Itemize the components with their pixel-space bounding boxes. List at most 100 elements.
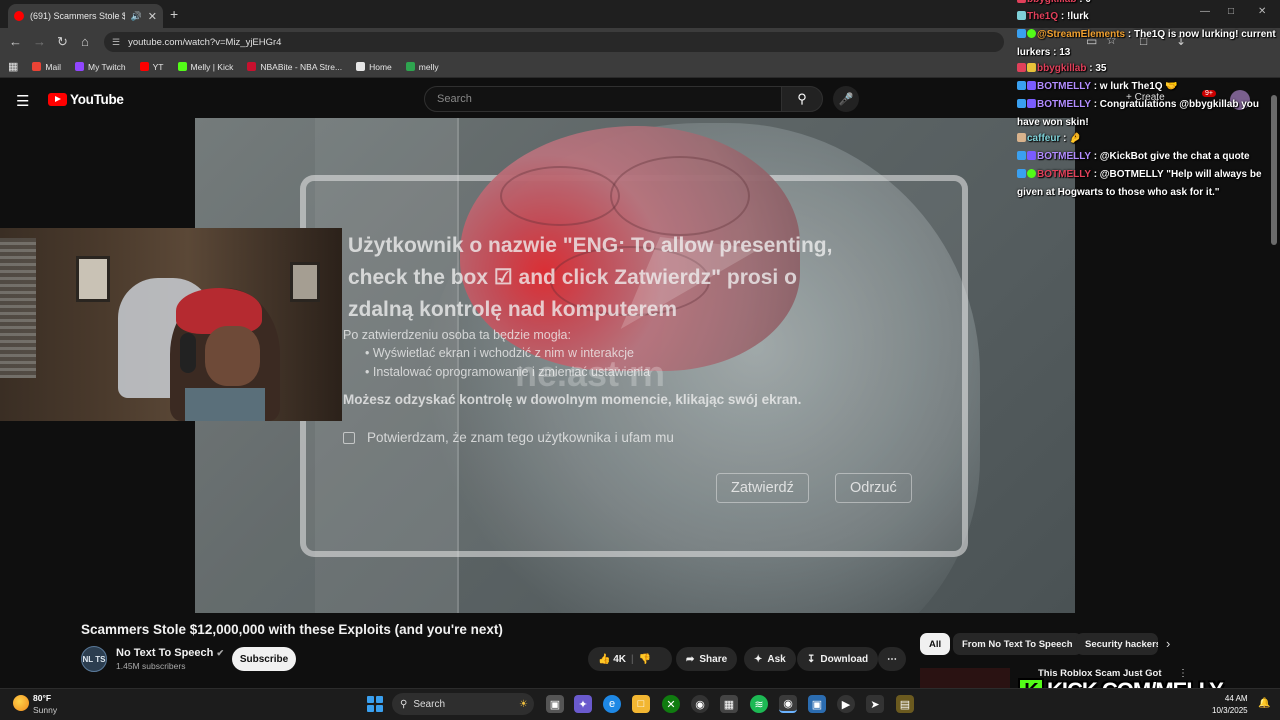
forward-icon[interactable]: → bbox=[33, 34, 46, 49]
file-explorer-icon[interactable]: □ bbox=[632, 695, 650, 713]
dialog-reject-button: Odrzuć bbox=[835, 473, 912, 503]
bookmark-home[interactable]: Home bbox=[356, 62, 392, 72]
steam-icon[interactable]: ◉ bbox=[691, 695, 709, 713]
app-icon[interactable]: ▤ bbox=[896, 695, 914, 713]
bookmark-mail[interactable]: Mail bbox=[32, 62, 61, 72]
task-view-icon[interactable]: ▣ bbox=[546, 695, 564, 713]
browser-tab[interactable]: (691) Scammers Stole $12,0 🔊 ✕ bbox=[8, 4, 163, 28]
dialog-checkbox-row: Potwierdzam, że znam tego użytkownika i … bbox=[343, 430, 674, 445]
chip-security-hackers[interactable]: Security hackers bbox=[1076, 633, 1158, 655]
chat-badge-icon bbox=[1017, 99, 1026, 108]
address-bar[interactable]: ☰ youtube.com/watch?v=Miz_yjEHGr4 bbox=[104, 32, 1004, 52]
weather-temperature[interactable]: 80°F bbox=[33, 693, 51, 703]
chat-badge-icon bbox=[1017, 0, 1026, 3]
more-actions-button[interactable]: ⋯ bbox=[878, 647, 906, 671]
channel-avatar[interactable]: NL TS bbox=[81, 646, 107, 672]
chat-badge-icon bbox=[1017, 169, 1026, 178]
headset-icon bbox=[180, 333, 196, 373]
obs-icon[interactable]: ➤ bbox=[866, 695, 884, 713]
dialog-regain-control-text: Możesz odzyskać kontrolę w dowolnym mome… bbox=[343, 392, 802, 407]
youtube-logo[interactable]: YouTube bbox=[48, 92, 124, 107]
xbox-icon[interactable]: ✕ bbox=[662, 695, 680, 713]
edge-icon[interactable]: e bbox=[603, 695, 621, 713]
youtube-icon bbox=[139, 62, 149, 71]
chevron-right-icon[interactable]: › bbox=[1166, 636, 1170, 651]
search-button[interactable]: ⚲ bbox=[781, 86, 823, 112]
search-icon: ⚲ bbox=[400, 698, 408, 710]
like-dislike-group: 👍 4K | 👎 bbox=[588, 647, 672, 671]
channel-name[interactable]: No Text To Speech ✔ bbox=[116, 647, 224, 659]
chat-message: BOTMELLY : @KickBot give the chat a quot… bbox=[1017, 148, 1277, 166]
reload-icon[interactable]: ↻ bbox=[57, 34, 68, 50]
twitch-icon bbox=[75, 62, 84, 71]
ask-button[interactable]: ✦ Ask bbox=[744, 647, 796, 671]
verified-icon bbox=[1027, 29, 1036, 38]
video-title: Scammers Stole $12,000,000 with these Ex… bbox=[81, 622, 503, 637]
search-input[interactable]: Search bbox=[424, 86, 782, 112]
voice-search-button[interactable]: 🎤 bbox=[833, 86, 859, 112]
start-menu-icon[interactable] bbox=[367, 696, 383, 712]
checkbox-icon bbox=[343, 431, 355, 444]
x-icon bbox=[356, 62, 366, 71]
photos-icon[interactable]: ▣ bbox=[808, 695, 826, 713]
menu-icon[interactable]: ☰ bbox=[16, 92, 29, 110]
sun-widget-icon: ☀ bbox=[519, 698, 528, 710]
taskbar-search[interactable]: ⚲ Search ☀ bbox=[392, 693, 534, 715]
stream-chat-overlay: bbygkillab : 0 The1Q : !lurk @StreamElem… bbox=[1015, 0, 1280, 200]
chat-message: BOTMELLY : w lurk The1Q 🤝 bbox=[1017, 78, 1277, 96]
store-icon[interactable]: ▦ bbox=[720, 695, 738, 713]
chip-all[interactable]: All bbox=[920, 633, 951, 655]
chat-badge-icon bbox=[1017, 29, 1026, 38]
bookmark-melly-kick[interactable]: Melly | Kick bbox=[177, 62, 233, 72]
chat-message: BOTMELLY : @BOTMELLY "Help will always b… bbox=[1017, 169, 1262, 198]
new-tab-button[interactable]: + bbox=[170, 6, 178, 22]
chat-badge-icon bbox=[1017, 133, 1026, 142]
chip-from-channel[interactable]: From No Text To Speech bbox=[953, 633, 1082, 655]
wall-picture bbox=[76, 256, 110, 302]
streamer-face bbox=[205, 326, 260, 386]
close-tab-icon[interactable]: ✕ bbox=[148, 10, 157, 23]
crown-icon bbox=[1027, 63, 1036, 72]
bot-icon bbox=[1027, 151, 1036, 160]
youtube-favicon-icon bbox=[14, 11, 24, 21]
bookmark-nbabite[interactable]: NBABite - NBA Stre... bbox=[247, 62, 342, 72]
chat-message: bbygkillab : 35 bbox=[1017, 60, 1277, 78]
site-info-icon[interactable]: ☰ bbox=[112, 37, 120, 48]
dialog-title: Użytkownik o nazwie "ENG: To allow prese… bbox=[348, 234, 833, 321]
recommendation-thumbnail[interactable] bbox=[920, 668, 1010, 690]
chat-message: caffeur : 🤌 bbox=[1017, 130, 1277, 148]
speaker-icon[interactable]: 🔊 bbox=[131, 11, 142, 22]
download-icon: ↧ bbox=[807, 653, 816, 665]
like-button[interactable]: 👍 4K bbox=[598, 654, 626, 665]
subscribe-button[interactable]: Subscribe bbox=[232, 647, 296, 671]
dislike-button[interactable]: 👎 bbox=[639, 654, 651, 665]
chrome-icon[interactable]: ◉ bbox=[779, 695, 797, 713]
bot-icon bbox=[1027, 81, 1036, 90]
back-icon[interactable]: ← bbox=[9, 34, 22, 49]
home-icon[interactable]: ⌂ bbox=[81, 34, 89, 49]
search-icon: ⚲ bbox=[797, 91, 807, 106]
share-icon: ➦ bbox=[686, 653, 695, 665]
share-button[interactable]: ➦ Share bbox=[676, 647, 738, 671]
notification-bell-icon[interactable]: 🔔 bbox=[1258, 698, 1270, 709]
url-text: youtube.com/watch?v=Miz_yjEHGr4 bbox=[128, 36, 282, 48]
nba-icon bbox=[247, 62, 257, 71]
apps-icon[interactable]: ▦ bbox=[8, 60, 18, 73]
thumbs-down-icon: 👎 bbox=[638, 653, 652, 665]
media-player-icon[interactable]: ▶ bbox=[837, 695, 855, 713]
system-clock[interactable]: 44 AM 10/3/2025 bbox=[1212, 693, 1248, 717]
divider: | bbox=[631, 653, 634, 665]
weather-sun-icon[interactable] bbox=[13, 695, 29, 711]
spotify-icon[interactable]: ≋ bbox=[750, 695, 768, 713]
bookmark-my-twitch[interactable]: My Twitch bbox=[75, 62, 126, 72]
weather-condition[interactable]: Sunny bbox=[33, 705, 57, 715]
page-scrollbar[interactable] bbox=[1271, 95, 1277, 245]
subscriber-count: 1.45M subscribers bbox=[116, 661, 186, 671]
brain-fold bbox=[500, 166, 620, 226]
copilot-icon[interactable]: ✦ bbox=[574, 695, 592, 713]
bookmark-melly[interactable]: melly bbox=[405, 62, 439, 72]
chat-message: @StreamElements : The1Q is now lurking! … bbox=[1017, 29, 1276, 58]
download-button[interactable]: ↧ Download bbox=[797, 647, 879, 671]
microphone-icon: 🎤 bbox=[838, 92, 854, 106]
bookmark-yt[interactable]: YT bbox=[139, 62, 164, 72]
